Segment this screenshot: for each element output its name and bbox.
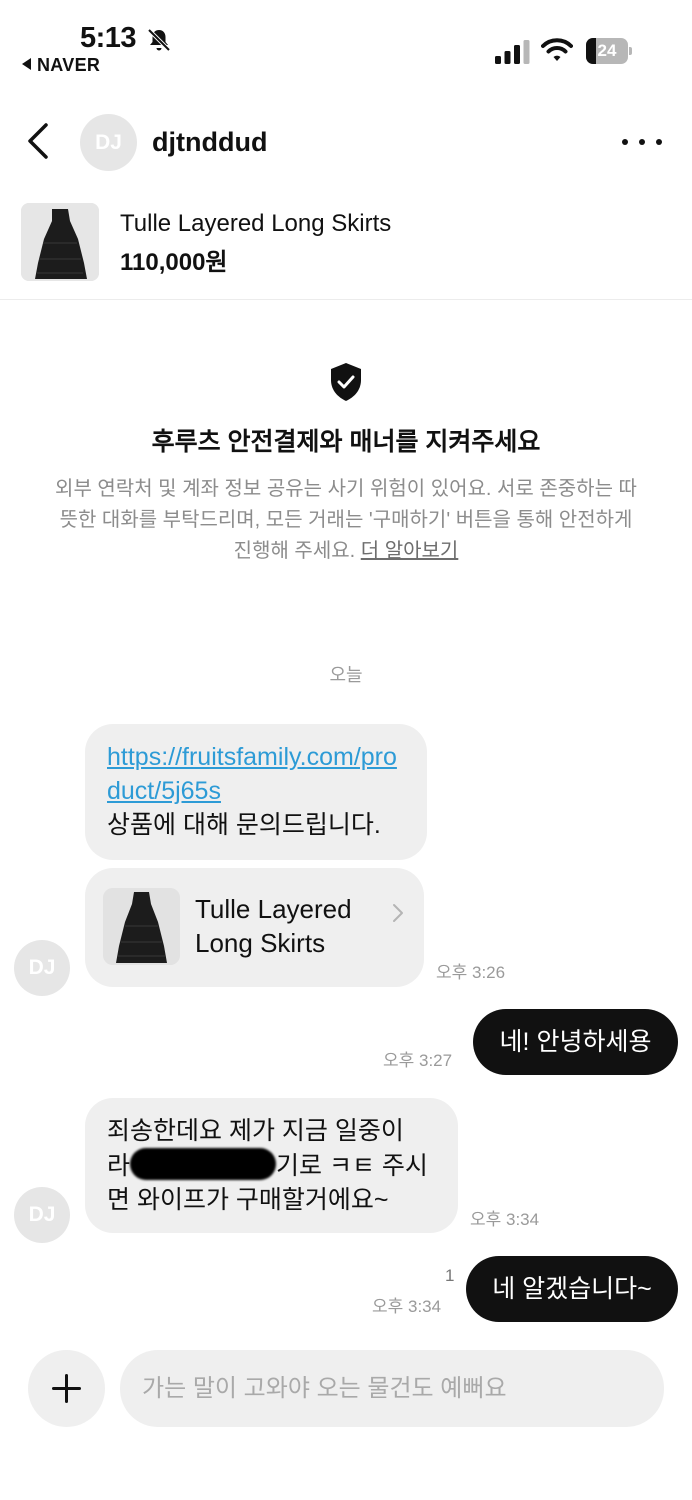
chevron-right-icon	[393, 904, 403, 922]
message-composer[interactable]	[120, 1350, 664, 1427]
product-card-thumbnail	[103, 888, 180, 965]
back-triangle-icon	[22, 58, 31, 70]
product-card-title: Tulle Layered Long Skirts	[195, 894, 352, 958]
safety-notice-title: 후루츠 안전결제와 매너를 지켜주세요	[151, 428, 541, 456]
product-card-message[interactable]: Tulle Layered Long Skirts	[85, 868, 424, 987]
shield-check-icon	[331, 363, 361, 401]
product-bar[interactable]: Tulle Layered Long Skirts 110,000원	[0, 196, 692, 300]
signal-icon	[495, 40, 530, 64]
message-input[interactable]	[142, 1350, 642, 1427]
battery-percent: 24	[597, 41, 617, 60]
message-text: 라 기로 ㅋㅌ 주시	[107, 1148, 436, 1183]
outgoing-message[interactable]: 네 알겠습니다~	[466, 1256, 678, 1322]
message-text: 상품에 대해 문의드립니다.	[107, 811, 381, 839]
bell-muted-icon	[147, 28, 171, 52]
message-text: 죄송한데요 제가 지금 일중이	[107, 1117, 404, 1145]
skirt-image	[103, 888, 180, 965]
back-app-label: NAVER	[37, 55, 101, 75]
more-icon[interactable]	[622, 127, 662, 157]
skirt-image	[21, 203, 99, 281]
avatar[interactable]: DJ	[14, 940, 70, 996]
battery-icon: 24	[586, 38, 632, 64]
message-link[interactable]: https://fruitsfamily.com/product/5j65s	[107, 740, 405, 808]
product-price: 110,000원	[120, 249, 228, 276]
avatar[interactable]: DJ	[14, 1187, 70, 1243]
incoming-message[interactable]: 죄송한데요 제가 지금 일중이 라 기로 ㅋㅌ 주시 면 와이프가 구매할거에요~	[85, 1098, 458, 1233]
chat-username[interactable]: djtnddud	[152, 127, 267, 158]
unread-count: 1	[445, 1266, 455, 1285]
date-separator: 오늘	[329, 665, 363, 685]
message-text: 면 와이프가 구매할거에요~	[107, 1186, 389, 1214]
message-timestamp: 오후 3:34	[372, 1297, 442, 1316]
safety-notice-text: 외부 연락처 및 계좌 정보 공유는 사기 위험이 있어요. 서로 존중하는 따…	[55, 478, 637, 562]
message-timestamp: 오후 3:34	[470, 1210, 540, 1229]
message-text-part: 라	[107, 1152, 131, 1180]
chevron-left-icon[interactable]	[18, 119, 58, 163]
product-thumbnail	[21, 203, 99, 281]
chat-header: DJ djtnddud	[0, 105, 692, 185]
message-timestamp: 오후 3:27	[383, 1051, 453, 1070]
add-attachment-button[interactable]	[28, 1350, 105, 1427]
product-name: Tulle Layered Long Skirts	[120, 210, 392, 237]
status-time: 5:13	[80, 22, 137, 54]
learn-more-link[interactable]: 더 알아보기	[361, 540, 459, 562]
status-bar: 5:13 NAVER 24	[0, 0, 692, 90]
safety-notice-body: 외부 연락처 및 계좌 정보 공유는 사기 위험이 있어요. 서로 존중하는 따…	[52, 474, 640, 567]
censored-redaction	[130, 1148, 277, 1180]
message-text-part: 기로 ㅋㅌ 주시	[276, 1152, 428, 1180]
incoming-message[interactable]: https://fruitsfamily.com/product/5j65s 상…	[85, 724, 427, 860]
avatar[interactable]: DJ	[80, 114, 137, 171]
back-to-app-link[interactable]: NAVER	[22, 55, 100, 76]
outgoing-message[interactable]: 네! 안녕하세용	[473, 1009, 678, 1075]
wifi-icon	[541, 38, 573, 61]
message-timestamp: 오후 3:26	[436, 963, 506, 982]
